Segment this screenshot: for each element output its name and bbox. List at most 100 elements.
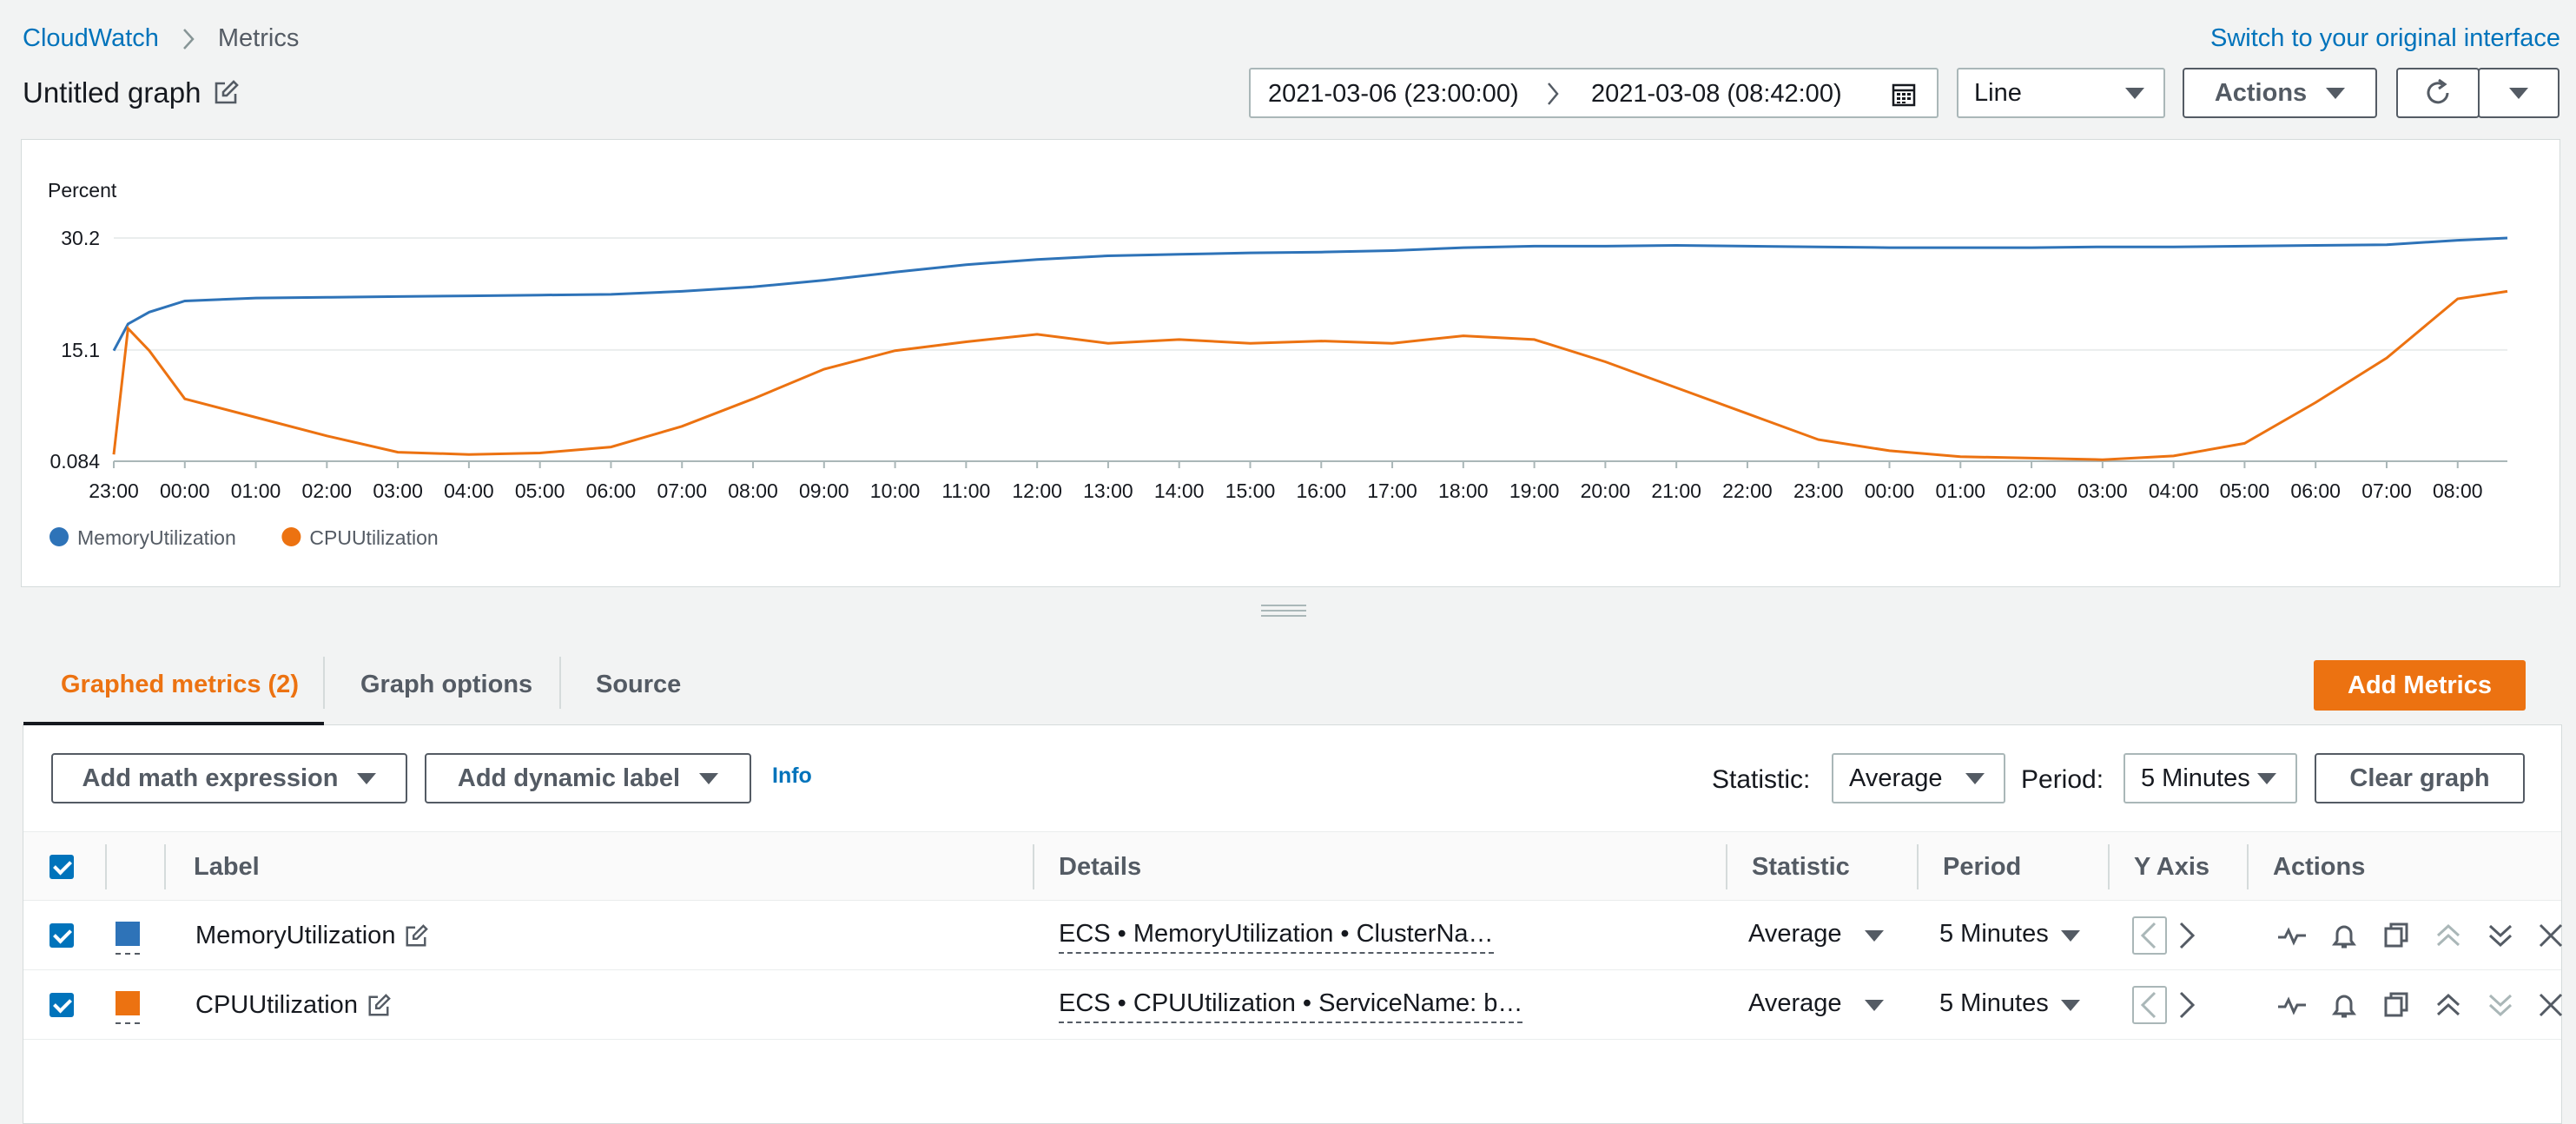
duplicate-icon[interactable] (2379, 988, 2414, 1022)
add-metrics-button[interactable]: Add Metrics (2314, 660, 2526, 711)
add-dynamic-label-button[interactable]: Add dynamic label (425, 753, 751, 803)
x-tick-label: 09:00 (799, 479, 849, 502)
x-tick-label: 04:00 (444, 479, 494, 502)
chevron-right-icon (182, 28, 195, 50)
row-statistic-value: Average (1748, 920, 1842, 948)
graph-title: Untitled graph (23, 76, 240, 109)
x-tick-label: 19:00 (1509, 479, 1560, 502)
caret-down-icon (357, 772, 377, 784)
period-select-value: 5 Minutes (2141, 764, 2250, 792)
caret-down-icon (2061, 930, 2080, 942)
resize-handle[interactable] (1261, 605, 1306, 617)
tab-source[interactable]: Source (596, 671, 681, 699)
legend-label: MemoryUtilization (77, 526, 236, 549)
refresh-options-button[interactable] (2478, 68, 2559, 118)
chevron-right-icon (1548, 83, 1559, 105)
chevron-left-icon (2140, 922, 2157, 949)
close-icon[interactable] (2533, 988, 2568, 1022)
row-period-select[interactable]: 5 Minutes (1939, 920, 2087, 955)
time-range-end[interactable]: 2021-03-08 (08:42:00) (1591, 80, 1842, 109)
view-type-select[interactable]: Line (1957, 68, 2165, 118)
info-link[interactable]: Info (772, 764, 812, 789)
duplicate-icon[interactable] (2379, 918, 2414, 953)
x-tick-label: 11:00 (941, 479, 990, 502)
tab-divider (559, 657, 561, 709)
clear-graph-button[interactable]: Clear graph (2315, 753, 2525, 803)
x-tick-label: 04:00 (2149, 479, 2199, 502)
move-down-icon[interactable] (2483, 988, 2518, 1022)
switch-interface-link[interactable]: Switch to your original interface (2210, 24, 2560, 53)
move-up-icon[interactable] (2431, 918, 2466, 953)
graph-this-metric-icon[interactable] (2275, 918, 2309, 953)
actions-button[interactable]: Actions (2183, 68, 2377, 118)
edit-icon[interactable] (213, 80, 240, 106)
edit-icon[interactable] (404, 923, 429, 949)
period-select[interactable]: 5 Minutes (2124, 753, 2297, 803)
bell-icon[interactable] (2327, 988, 2361, 1022)
y-axis-left-button[interactable] (2132, 986, 2167, 1024)
tab-divider (323, 657, 325, 709)
series-line-MemoryUtilization (112, 236, 2508, 352)
metric-details[interactable]: ECS • MemoryUtilization • ClusterNa… (1059, 920, 1494, 954)
column-divider (2108, 844, 2110, 889)
x-tick-label: 17:00 (1367, 479, 1417, 502)
tab-graphed-metrics[interactable]: Graphed metrics (2) (61, 671, 299, 699)
chevron-right-icon[interactable] (2174, 988, 2200, 1022)
edit-icon[interactable] (367, 993, 391, 1018)
caret-down-icon (2257, 773, 2276, 784)
row-statistic-select[interactable]: Average (1748, 989, 1896, 1024)
column-header-statistic: Statistic (1752, 853, 1850, 881)
statistic-select[interactable]: Average (1832, 753, 2005, 803)
chart-panel: Percent 30.2 15.1 0.084 23:00 00:00 01:00 02:00… (21, 139, 2560, 587)
calendar-icon[interactable] (1892, 83, 1916, 107)
x-tick-label: 05:00 (2220, 479, 2270, 502)
x-tick-label: 00:00 (1865, 479, 1915, 502)
column-header-y-axis: Y Axis (2134, 853, 2210, 881)
statistic-select-value: Average (1849, 764, 1943, 792)
clear-graph-label: Clear graph (2349, 764, 2490, 792)
select-all-checkbox[interactable] (50, 855, 74, 879)
breadcrumb-cloudwatch-link[interactable]: CloudWatch (23, 24, 159, 53)
table-header: Label Details Statistic Period Y Axis Ac… (23, 831, 2561, 901)
x-tick-label: 10:00 (870, 479, 921, 502)
color-swatch[interactable] (116, 991, 140, 1024)
time-range-picker[interactable]: 2021-03-06 (23:00:00) 2021-03-08 (08:42:… (1249, 68, 1939, 118)
add-math-expression-button[interactable]: Add math expression (51, 753, 407, 803)
x-tick-label: 07:00 (657, 479, 707, 502)
row-checkbox[interactable] (50, 993, 74, 1017)
refresh-icon (2427, 78, 2449, 104)
move-down-icon[interactable] (2483, 918, 2518, 953)
chevron-left-icon (2140, 991, 2157, 1019)
series-line-CPUUtilization (112, 289, 2508, 461)
tab-graph-options[interactable]: Graph options (360, 671, 532, 699)
column-header-actions: Actions (2273, 853, 2366, 881)
y-axis-left-button[interactable] (2132, 916, 2167, 955)
close-icon[interactable] (2533, 918, 2568, 953)
add-metrics-label: Add Metrics (2348, 671, 2492, 699)
color-swatch[interactable] (116, 922, 140, 955)
time-range-start[interactable]: 2021-03-06 (23:00:00) (1268, 80, 1519, 109)
x-tick-label: 23:00 (89, 479, 139, 502)
metric-details[interactable]: ECS • CPUUtilization • ServiceName: b… (1059, 989, 1523, 1023)
legend-label: CPUUtilization (309, 526, 438, 549)
x-tick-label: 03:00 (2077, 479, 2128, 502)
statistic-label: Statistic: (1712, 765, 1811, 794)
column-header-period: Period (1943, 853, 2022, 881)
graph-this-metric-icon[interactable] (2275, 988, 2309, 1022)
x-tick-label: 16:00 (1296, 479, 1346, 502)
row-checkbox[interactable] (50, 923, 74, 948)
x-tick-label: 07:00 (2361, 479, 2412, 502)
refresh-button[interactable] (2396, 68, 2480, 118)
metrics-panel: Add math expression Add dynamic label In… (23, 722, 2563, 1124)
x-tick-label: 23:00 (1793, 479, 1844, 502)
row-period-select[interactable]: 5 Minutes (1939, 989, 2087, 1024)
row-statistic-select[interactable]: Average (1748, 920, 1896, 955)
bell-icon[interactable] (2327, 918, 2361, 953)
breadcrumb: CloudWatch Metrics (23, 24, 299, 53)
chevron-right-icon[interactable] (2174, 918, 2200, 953)
metric-label: CPUUtilization (195, 991, 391, 1020)
caret-down-icon (2061, 1000, 2080, 1011)
tabs-bar: Graphed metrics (2) Graph options Source (23, 650, 2562, 726)
move-up-icon[interactable] (2431, 988, 2466, 1022)
x-tick-label: 12:00 (1012, 479, 1062, 502)
